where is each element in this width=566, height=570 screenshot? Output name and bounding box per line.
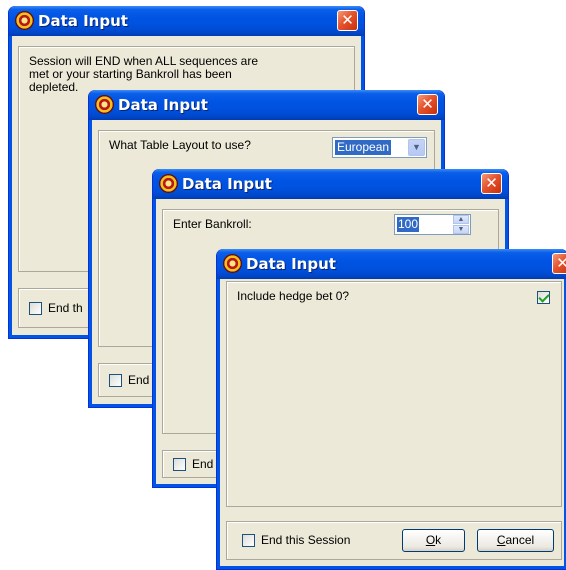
table-layout-select[interactable]: European ▼ [332, 137, 427, 158]
close-icon: ✕ [485, 174, 498, 192]
chevron-down-icon[interactable]: ▼ [408, 139, 425, 156]
close-icon: ✕ [556, 254, 566, 272]
ok-label-rest: k [435, 533, 442, 547]
spin-down-icon[interactable]: ▼ [453, 225, 469, 234]
content-panel: Include hedge bet 0? [226, 281, 562, 507]
end-session-checkbox[interactable] [173, 458, 186, 471]
end-session-checkbox[interactable] [242, 534, 255, 547]
bankroll-value: 100 [397, 217, 420, 232]
roulette-wheel-icon [16, 12, 33, 29]
bankroll-input[interactable]: 100 ▲ ▼ [394, 214, 471, 235]
dialog-hedge-bet: Data Input ✕ Include hedge bet 0? End th… [216, 249, 566, 570]
table-layout-prompt: What Table Layout to use? [109, 138, 251, 152]
window-title: Data Input [38, 12, 128, 30]
end-session-label: End this Session [261, 533, 351, 547]
footer-panel: End this Session Ok Cancel [226, 521, 562, 560]
window-title: Data Input [118, 96, 208, 114]
cancel-label-rest: ancel [505, 533, 535, 547]
end-session-label: End [128, 373, 150, 387]
end-session-checkbox[interactable] [109, 374, 122, 387]
selected-value: European [335, 140, 392, 155]
title-bar[interactable]: Data Input ✕ [217, 249, 566, 279]
roulette-wheel-icon [224, 255, 241, 272]
close-icon: ✕ [341, 11, 354, 29]
bankroll-prompt: Enter Bankroll: [173, 217, 252, 231]
ok-button[interactable]: Ok [402, 529, 465, 552]
cancel-button[interactable]: Cancel [477, 529, 554, 552]
close-button[interactable]: ✕ [552, 253, 566, 274]
title-bar[interactable]: Data Input ✕ [9, 6, 364, 36]
hedge-bet-prompt: Include hedge bet 0? [237, 289, 350, 303]
hedge-bet-checkbox[interactable] [537, 291, 550, 304]
spin-up-icon[interactable]: ▲ [453, 215, 469, 224]
window-title: Data Input [182, 175, 272, 193]
title-bar[interactable]: Data Input ✕ [89, 90, 444, 120]
end-session-label: End [192, 457, 214, 471]
close-button[interactable]: ✕ [481, 173, 502, 194]
roulette-wheel-icon [160, 175, 177, 192]
session-end-message: Session will END when ALL sequences are … [29, 55, 258, 94]
end-session-label: End th [48, 301, 83, 315]
close-button[interactable]: ✕ [337, 10, 358, 31]
ok-mnemonic: O [425, 533, 436, 547]
close-button[interactable]: ✕ [417, 94, 438, 115]
end-session-checkbox[interactable] [29, 302, 42, 315]
roulette-wheel-icon [96, 96, 113, 113]
window-title: Data Input [246, 255, 336, 273]
title-bar[interactable]: Data Input ✕ [153, 169, 508, 199]
close-icon: ✕ [421, 95, 434, 113]
